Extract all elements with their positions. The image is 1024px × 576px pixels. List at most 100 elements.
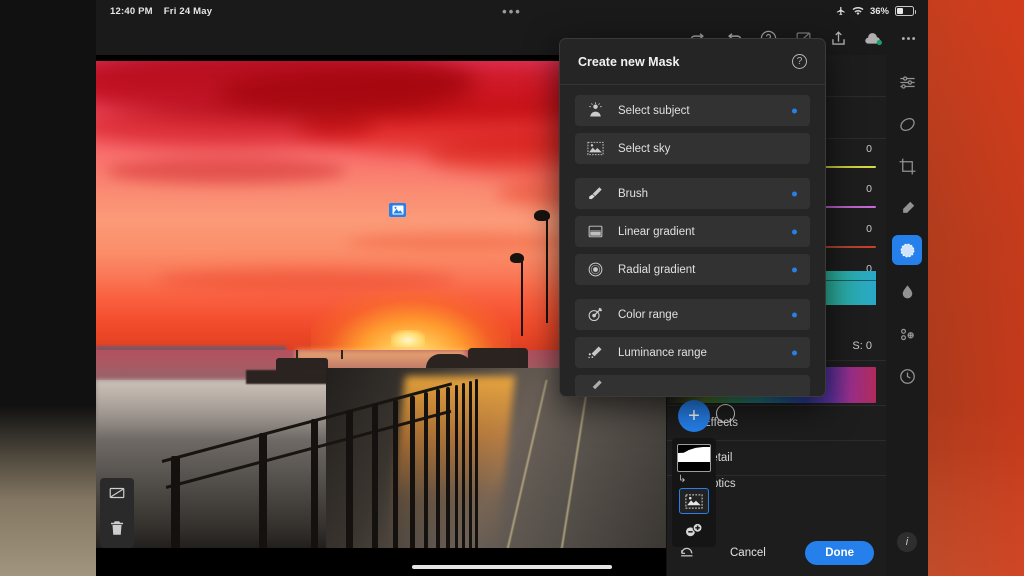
pier-flagpole (296, 350, 298, 359)
status-time: 12:40 PM (110, 5, 153, 17)
mask-list: ↳ (672, 438, 716, 547)
railing-post (259, 433, 267, 548)
cancel-button[interactable]: Cancel (730, 547, 766, 559)
mask-option-brush[interactable]: Brush (575, 178, 810, 209)
new-feature-dot (792, 350, 797, 355)
lamp-head (510, 253, 524, 263)
mask-option-label: Select sky (618, 142, 671, 155)
linear-gradient-icon (588, 225, 603, 238)
done-button[interactable]: Done (805, 541, 874, 565)
luminance-range-icon (588, 346, 602, 359)
railing-post (446, 387, 450, 548)
share-button[interactable] (829, 29, 848, 48)
lamp-head (534, 210, 550, 221)
profiles-icon (900, 328, 914, 340)
railing-post (462, 383, 465, 548)
canvas-letterbox-bottom (96, 548, 666, 576)
edit-sliders-icon (899, 75, 915, 89)
mask-option-label: Luminance range (618, 346, 707, 359)
subtract-arrow-icon: ↳ (678, 474, 687, 485)
wallpaper-right-gradient (924, 0, 1024, 576)
mask-option-linear-gradient[interactable]: Linear gradient (575, 216, 810, 247)
railing-post (393, 400, 398, 548)
mask-option-color-range[interactable]: Color range (575, 299, 810, 330)
railing-post (171, 456, 180, 548)
railing-post (436, 389, 440, 548)
pier-building (276, 358, 328, 371)
rail-item-presets[interactable] (892, 109, 922, 139)
mask-option-partial-next[interactable] (575, 375, 810, 396)
rail-item-versions[interactable] (892, 361, 922, 391)
mask-option-label: Color range (618, 308, 679, 321)
battery-icon (895, 6, 916, 16)
slider-3-value: 0 (866, 223, 872, 235)
tablet-screen: 12:40 PM Fri 24 May ••• 36% 0 0 0 0 S: 0… (96, 0, 928, 576)
depth-range-icon (592, 379, 602, 389)
rail-item-profiles[interactable] (892, 319, 922, 349)
canvas-left-tools (100, 478, 134, 548)
add-subtract-icon (686, 522, 703, 537)
mask-strip: + ↳ (672, 400, 735, 547)
rail-item-edit[interactable] (892, 67, 922, 97)
new-feature-dot (792, 312, 797, 317)
wet-sand (96, 380, 346, 440)
before-after-button[interactable] (108, 484, 126, 507)
railing-post (311, 419, 318, 548)
dialog-help-button[interactable]: ? (792, 54, 807, 69)
status-right-group: 36% (836, 6, 916, 17)
radial-gradient-icon (588, 262, 603, 277)
railing-post (455, 385, 458, 548)
new-feature-dot (792, 229, 797, 234)
rail-item-healing[interactable] (892, 193, 922, 223)
railing-post (410, 396, 415, 548)
tool-rail: i (886, 55, 928, 576)
add-mask-button[interactable]: + (678, 400, 710, 432)
create-new-mask-dialog: Create new Mask ? Select subject Select … (559, 38, 826, 397)
rail-item-crop[interactable] (892, 151, 922, 181)
select-subject-icon (589, 102, 602, 117)
presets-icon (899, 117, 915, 131)
cloud-sync-icon (865, 33, 882, 46)
more-options-button[interactable] (899, 29, 918, 48)
railing-post (469, 381, 472, 548)
wifi-icon (852, 7, 864, 15)
healing-icon (902, 201, 914, 213)
mask-option-select-subject[interactable]: Select subject (575, 95, 810, 126)
promenade-reflection (386, 376, 516, 548)
lamp-post (521, 256, 523, 336)
rail-item-masking[interactable] (892, 235, 922, 265)
home-indicator[interactable] (412, 565, 612, 569)
mask-thumbnail-icon[interactable] (677, 444, 711, 472)
mask-subtract-sky-item[interactable] (679, 488, 709, 514)
photo-badge-icon[interactable] (389, 203, 406, 217)
info-button[interactable]: i (897, 532, 917, 552)
delete-button[interactable] (108, 519, 126, 542)
photo-glyph-icon (392, 205, 403, 215)
mask-option-radial-gradient[interactable]: Radial gradient (575, 254, 810, 285)
dialog-title: Create new Mask (578, 54, 680, 69)
select-sky-icon (685, 493, 703, 509)
invert-mask-button[interactable] (716, 404, 735, 423)
mask-add-subtract-button[interactable] (679, 519, 709, 541)
pier-flagpole (341, 350, 343, 359)
mask-option-label: Select subject (618, 104, 690, 117)
cloud-band (346, 233, 566, 251)
new-feature-dot (792, 108, 797, 113)
mask-option-select-sky[interactable]: Select sky (575, 133, 810, 164)
share-icon (832, 31, 845, 45)
slider-1-value: 0 (866, 143, 872, 155)
mask-option-luminance-range[interactable]: Luminance range (575, 337, 810, 368)
mask-option-label: Brush (618, 187, 649, 200)
mask-option-label: Linear gradient (618, 225, 695, 238)
brush-icon (589, 187, 602, 200)
crop-icon (899, 158, 915, 174)
railing-post (372, 404, 378, 548)
new-feature-dot (792, 191, 797, 196)
select-sky-icon (587, 141, 604, 156)
slider-2-value: 0 (866, 183, 872, 195)
rail-item-blur[interactable] (892, 277, 922, 307)
versions-history-icon (899, 368, 915, 384)
more-options-icon (901, 37, 916, 40)
cloud-sync-button[interactable] (864, 29, 883, 48)
status-menu-dots[interactable]: ••• (502, 5, 522, 18)
